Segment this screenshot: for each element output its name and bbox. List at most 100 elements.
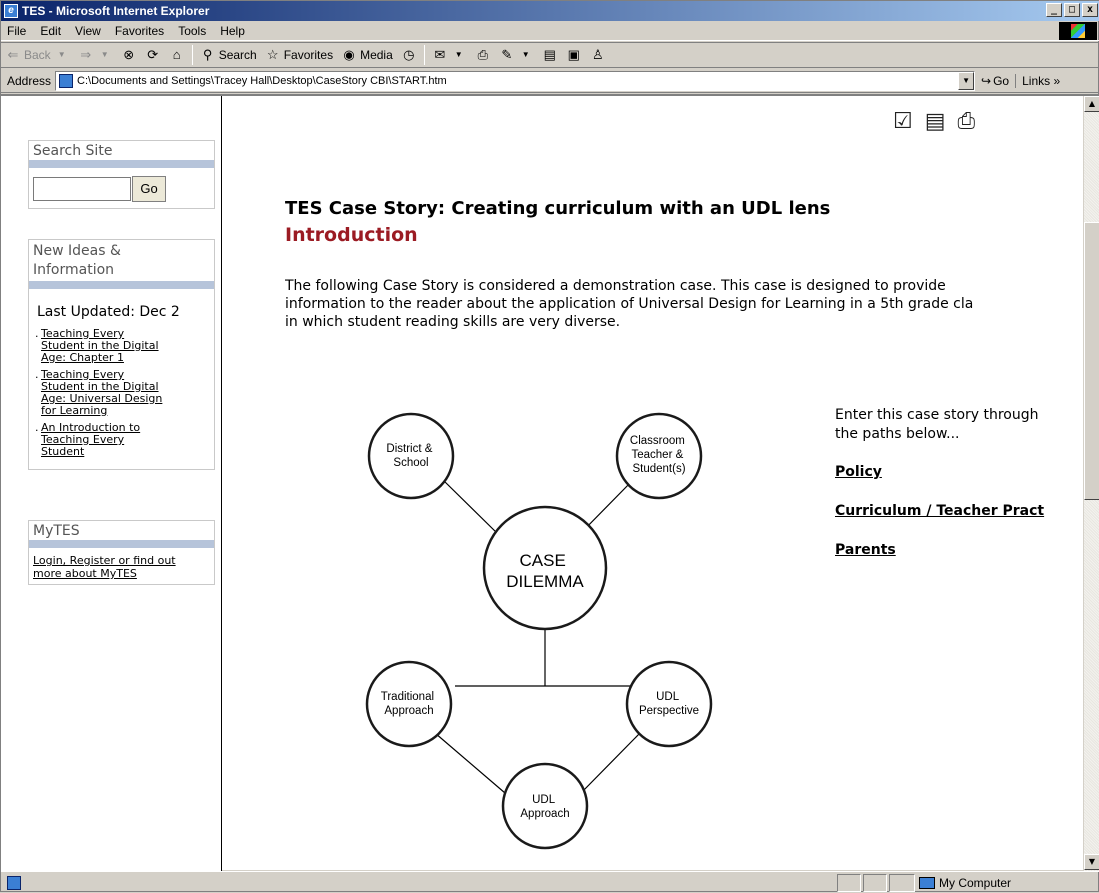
chevron-down-icon: ▼ bbox=[521, 50, 530, 59]
node-label-line: UDL bbox=[532, 794, 556, 806]
menu-view[interactable]: View bbox=[68, 24, 108, 38]
computer-icon bbox=[919, 877, 935, 889]
page-title: TES Case Story: Creating curriculum with… bbox=[285, 198, 831, 219]
home-button[interactable]: ⌂ bbox=[165, 44, 189, 66]
node-label-line: UDL bbox=[656, 691, 680, 703]
zone-label: My Computer bbox=[939, 876, 1012, 890]
node-label-line: Student(s) bbox=[632, 463, 685, 475]
new-ideas-title-line2: Information bbox=[33, 262, 115, 278]
mytes-login-link[interactable]: Login, Register or find out more about M… bbox=[29, 548, 214, 584]
enter-instructions: Enter this case story through the paths … bbox=[835, 406, 1039, 444]
chevron-down-icon: ▼ bbox=[57, 50, 66, 59]
menu-file[interactable]: File bbox=[1, 24, 33, 38]
diagram-nodes bbox=[365, 412, 713, 850]
address-field[interactable]: C:\Documents and Settings\Tracey Hall\De… bbox=[55, 70, 976, 91]
print-button[interactable]: ⎙ bbox=[471, 44, 495, 66]
menu-help[interactable]: Help bbox=[213, 24, 252, 38]
status-pane bbox=[863, 874, 887, 892]
favorites-button[interactable]: ☆ Favorites bbox=[261, 44, 337, 66]
link-introduction-tes[interactable]: An Introduction to Teaching Every Studen… bbox=[41, 422, 140, 458]
intro-line: in which student reading skills are very… bbox=[285, 314, 621, 330]
link-line: more about MyTES bbox=[33, 567, 137, 580]
chevron-down-icon: ▼ bbox=[100, 50, 109, 59]
media-button[interactable]: ◉ Media bbox=[337, 44, 397, 66]
main-content: ☑ ▤ ⎙ TES Case Story: Creating curriculu… bbox=[223, 96, 1083, 872]
node-label-line: Traditional bbox=[381, 691, 434, 703]
list-item: . Teaching Every Student in the Digital … bbox=[35, 369, 210, 417]
toolbar-separator bbox=[423, 45, 425, 65]
menu-tools[interactable]: Tools bbox=[171, 24, 213, 38]
node-label-line: Perspective bbox=[639, 705, 699, 717]
scroll-down-button[interactable]: ▼ bbox=[1084, 854, 1099, 870]
messenger-icon: ♙ bbox=[591, 47, 604, 62]
menu-edit[interactable]: Edit bbox=[33, 24, 68, 38]
minimize-button[interactable]: _ bbox=[1046, 3, 1062, 17]
notes-icon[interactable]: ▤ bbox=[925, 109, 946, 134]
links-button[interactable]: Links » bbox=[1015, 73, 1060, 88]
connector-line bbox=[434, 732, 506, 794]
back-label: Back bbox=[24, 48, 51, 62]
node-udl-approach-circle[interactable] bbox=[501, 762, 589, 850]
history-button[interactable]: ◷ bbox=[397, 44, 421, 66]
status-bar: My Computer bbox=[1, 871, 1099, 893]
search-input[interactable] bbox=[33, 177, 131, 201]
forward-button[interactable]: ⇒ ▼ bbox=[74, 44, 117, 66]
mail-button[interactable]: ✉ ▼ bbox=[428, 44, 471, 66]
node-traditional-circle[interactable] bbox=[365, 660, 453, 748]
page-subtitle: Introduction bbox=[285, 224, 418, 246]
refresh-button[interactable]: ⟳ bbox=[141, 44, 165, 66]
enter-line: Enter this case story through bbox=[835, 407, 1039, 423]
page-icon bbox=[59, 73, 74, 88]
list-item: . Teaching Every Student in the Digital … bbox=[35, 328, 210, 364]
printer-icon[interactable]: ⎙ bbox=[958, 109, 976, 134]
node-udl-perspective-circle[interactable] bbox=[625, 660, 713, 748]
search-button[interactable]: ⚲ Search bbox=[196, 44, 261, 66]
media-icon: ◉ bbox=[343, 47, 355, 62]
address-label: Address bbox=[7, 73, 52, 88]
back-button[interactable]: ⇐ Back ▼ bbox=[1, 44, 74, 66]
scroll-up-button[interactable]: ▲ bbox=[1084, 96, 1099, 112]
page-tools: ☑ ▤ ⎙ bbox=[893, 109, 975, 134]
printer-icon: ⎙ bbox=[477, 47, 488, 62]
history-icon: ◷ bbox=[403, 47, 415, 62]
go-arrow-icon: ↪ bbox=[981, 73, 992, 88]
last-updated-text: Last Updated: Dec 2 bbox=[37, 304, 180, 320]
new-ideas-box: New Ideas & Information Last Updated: De… bbox=[28, 239, 215, 470]
link-teaching-chapter-1[interactable]: Teaching Every Student in the Digital Ag… bbox=[41, 328, 159, 364]
maximize-button[interactable]: □ bbox=[1064, 3, 1080, 17]
vertical-scrollbar[interactable]: ▲ ▼ bbox=[1083, 96, 1099, 872]
address-url[interactable]: C:\Documents and Settings\Tracey Hall\De… bbox=[77, 75, 958, 87]
media-label: Media bbox=[360, 48, 393, 62]
edit-icon: ✎ bbox=[501, 47, 513, 62]
path-link-policy[interactable]: Policy bbox=[835, 464, 882, 480]
link-teaching-udl[interactable]: Teaching Every Student in the Digital Ag… bbox=[41, 369, 162, 417]
search-icon: ⚲ bbox=[202, 47, 213, 62]
node-district-circle[interactable] bbox=[367, 412, 455, 500]
messenger-button[interactable]: ♙ bbox=[586, 44, 610, 66]
research-button[interactable]: ▣ bbox=[562, 44, 586, 66]
chevron-down-icon[interactable]: ▼ bbox=[958, 71, 975, 90]
search-form: Go bbox=[29, 168, 214, 208]
path-link-curriculum[interactable]: Curriculum / Teacher Pract bbox=[835, 503, 1044, 519]
search-go-button[interactable]: Go bbox=[132, 176, 166, 202]
node-label-line: CASE bbox=[519, 551, 565, 570]
scroll-thumb[interactable] bbox=[1084, 222, 1099, 500]
research-icon: ▣ bbox=[567, 47, 580, 62]
menu-favorites[interactable]: Favorites bbox=[108, 24, 171, 38]
close-button[interactable]: x bbox=[1082, 3, 1098, 17]
security-zone: My Computer bbox=[917, 874, 1011, 892]
refresh-icon: ⟳ bbox=[147, 47, 159, 62]
favorites-label: Favorites bbox=[283, 48, 334, 62]
forward-arrow-icon: ⇒ bbox=[80, 47, 92, 62]
connector-line bbox=[440, 477, 501, 537]
discuss-button[interactable]: ▤ bbox=[538, 44, 562, 66]
go-button[interactable]: ↪ Go bbox=[975, 74, 1015, 88]
favorites-icon: ☆ bbox=[266, 47, 279, 62]
edit-button[interactable]: ✎ ▼ bbox=[495, 44, 538, 66]
standard-toolbar: ⇐ Back ▼ ⇒ ▼ ⊗ ⟳ ⌂ ⚲ Search ☆ Favorites … bbox=[1, 42, 1099, 68]
stop-button[interactable]: ⊗ bbox=[117, 44, 141, 66]
status-pane bbox=[837, 874, 861, 892]
stop-icon: ⊗ bbox=[123, 47, 135, 62]
checkbox-icon[interactable]: ☑ bbox=[893, 109, 913, 134]
path-link-parents[interactable]: Parents bbox=[835, 542, 896, 558]
